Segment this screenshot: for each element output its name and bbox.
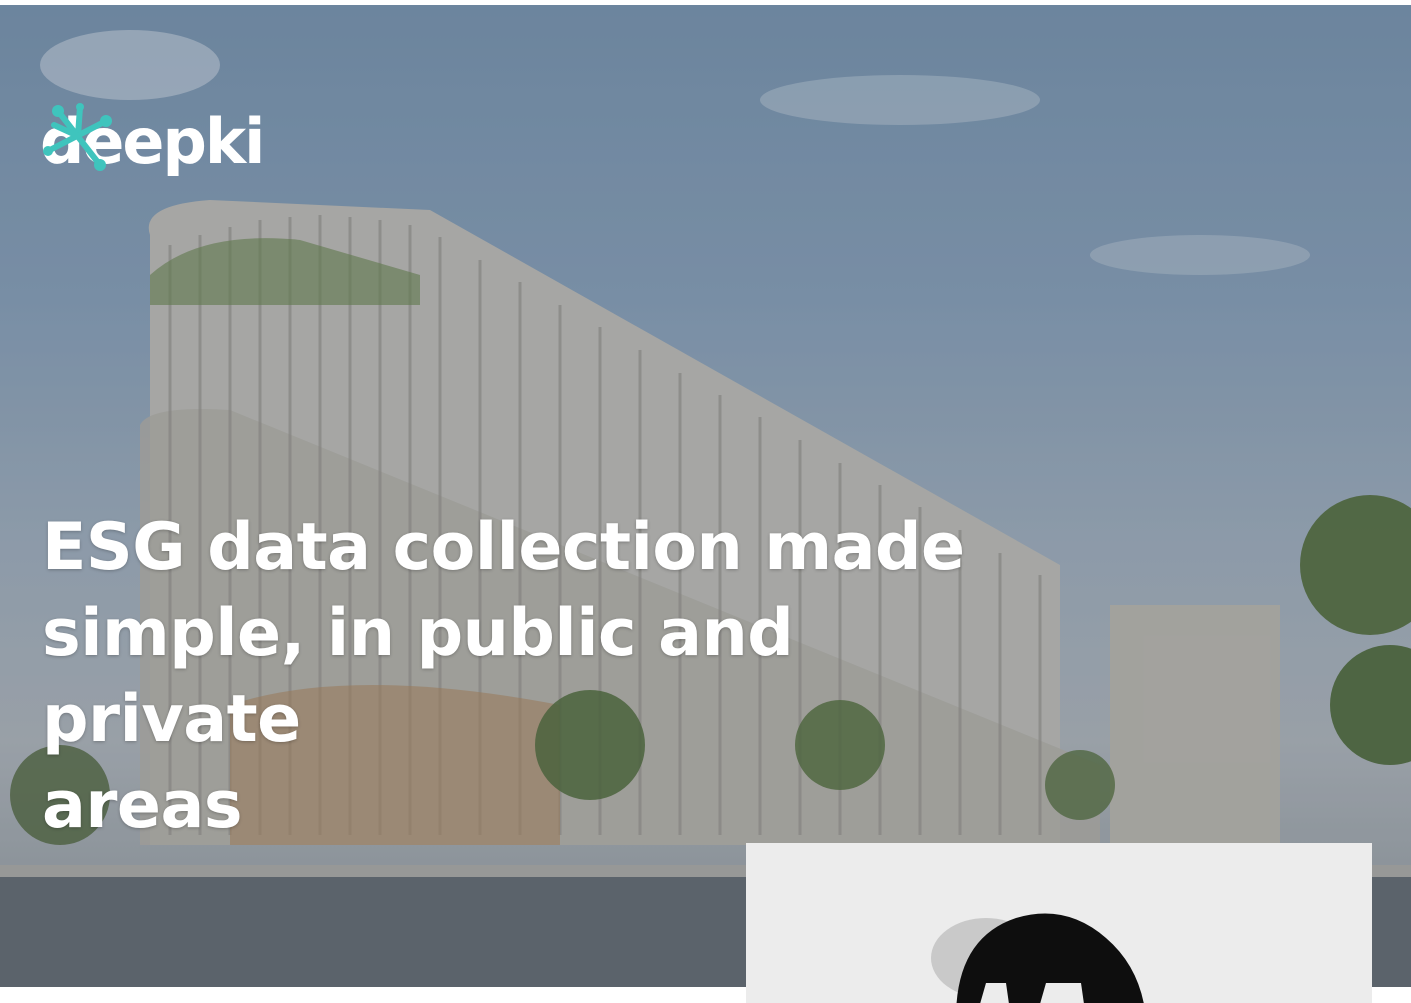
deepki-logo[interactable]: deepki — [38, 97, 328, 207]
headline-line: areas — [42, 768, 243, 843]
headline-line: ESG data collection made — [42, 510, 965, 585]
hero-banner: deepki ESG data collection made simple, … — [0, 5, 1411, 987]
certification-badge-card — [746, 843, 1372, 1003]
headline-line: simple, in public and private — [42, 596, 794, 757]
hero-headline: ESG data collection made simple, in publ… — [42, 505, 1062, 849]
network-star-icon — [43, 103, 112, 171]
certification-badge-icon — [931, 913, 1144, 1003]
